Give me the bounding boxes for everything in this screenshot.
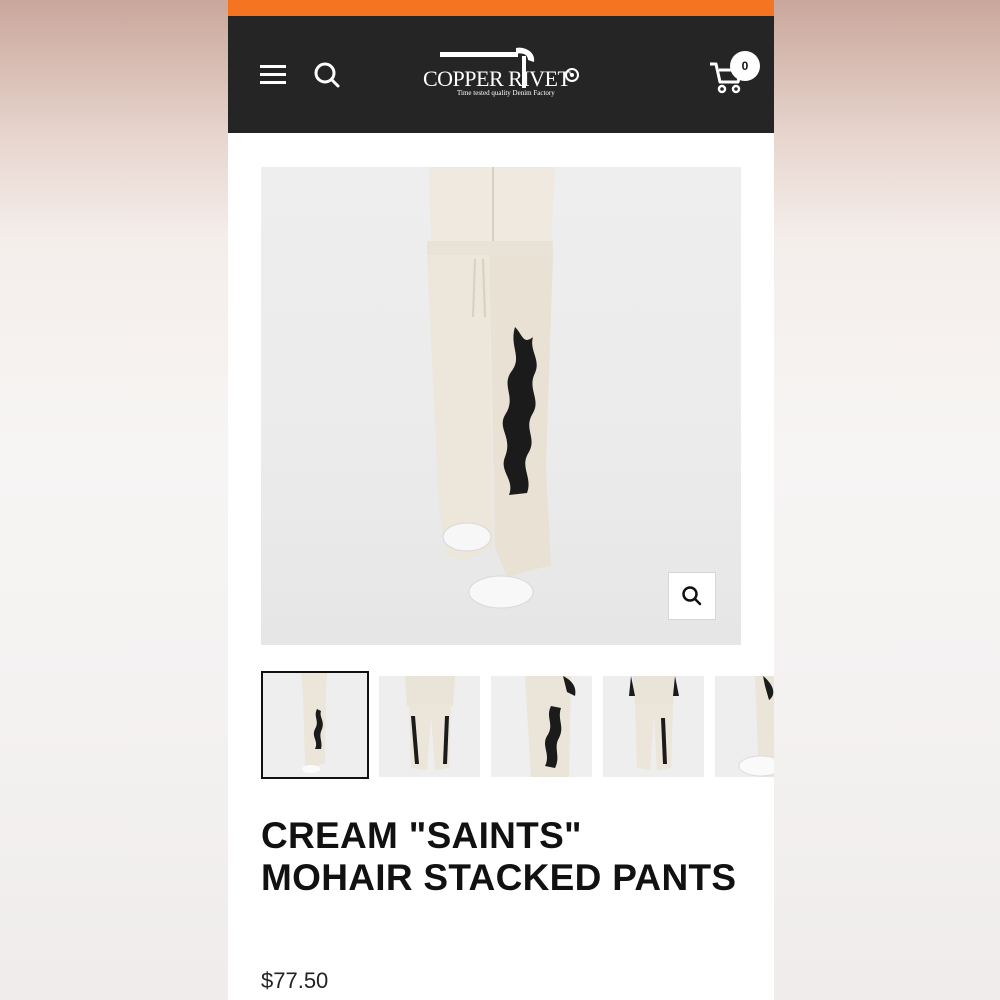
mobile-product-page: COPPER RIVET Time tested quality Denim F… [228, 0, 774, 1000]
hamburger-menu-icon[interactable] [260, 63, 288, 87]
zoom-button[interactable] [668, 572, 716, 620]
product-thumbnail-5[interactable] [715, 676, 774, 777]
thumbnail-photo [491, 676, 592, 777]
site-header: COPPER RIVET Time tested quality Denim F… [228, 16, 774, 133]
brand-logo[interactable]: COPPER RIVET Time tested quality Denim F… [420, 46, 590, 102]
product-thumbnail-2[interactable] [379, 676, 480, 777]
zoom-search-icon [682, 586, 702, 606]
cart-count-badge: 0 [730, 51, 760, 81]
brand-tagline: Time tested quality Denim Factory [457, 89, 555, 97]
announcement-bar [228, 0, 774, 16]
thumbnail-photo [603, 676, 704, 777]
thumbnail-photo [715, 676, 774, 777]
thumbnail-photo [263, 673, 367, 777]
thumbnail-photo [379, 676, 480, 777]
product-thumbnail-4[interactable] [603, 676, 704, 777]
search-icon[interactable] [313, 61, 341, 89]
background-blur-left [0, 0, 228, 1000]
background-blur-right [774, 0, 1000, 1000]
product-title: CREAM "SAINTS" MOHAIR STACKED PANTS [261, 815, 737, 898]
product-price: $77.50 [261, 968, 329, 993]
product-thumbnail-1[interactable] [261, 671, 369, 779]
product-thumbnail-strip [261, 671, 774, 781]
product-thumbnail-3[interactable] [491, 676, 592, 777]
